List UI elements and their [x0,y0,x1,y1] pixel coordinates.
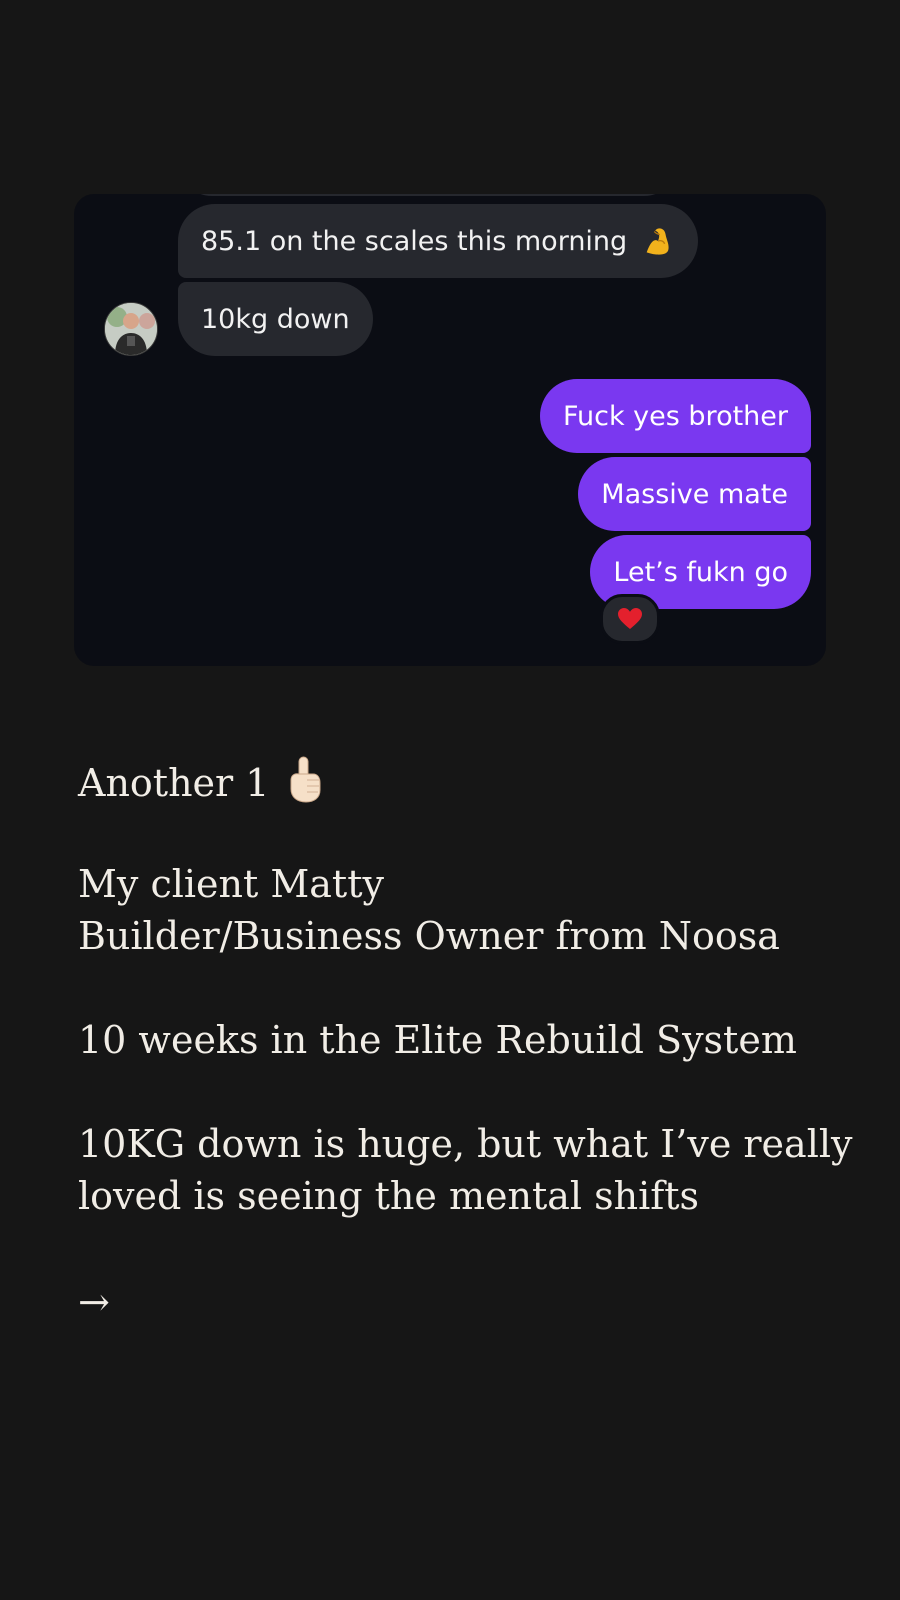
flexed-biceps-icon [646,228,669,255]
caption-line-4: 10 weeks in the Elite Rebuild System [78,1018,797,1062]
next-arrow[interactable]: → [78,1276,110,1324]
incoming-message-1-text: 85.1 on the scales this morning [201,225,628,257]
contact-avatar[interactable] [104,302,158,356]
previous-message-bubble [178,194,678,196]
outgoing-message-2[interactable]: Massive mate [578,457,811,531]
caption-line-1-text: Another 1 [78,761,270,805]
outgoing-message-2-text: Massive mate [601,478,788,510]
heart-reaction[interactable] [600,594,660,644]
caption-line-5: 10KG down is huge, but what I’ve really [78,1122,853,1166]
caption-line-3: Builder/Business Owner from Noosa [78,914,780,958]
incoming-message-1[interactable]: 85.1 on the scales this morning [178,204,699,278]
chat-screenshot: 85.1 on the scales this morning 10kg dow… [74,194,826,666]
incoming-message-2[interactable]: 10kg down [178,282,373,356]
pointing-up-icon [290,756,321,803]
outgoing-message-1[interactable]: Fuck yes brother [539,379,811,453]
caption-line-1: Another 1 [78,754,858,809]
outgoing-message-3-text: Let’s fukn go [613,556,788,588]
caption-line-2: My client Matty [78,862,384,906]
caption-line-6: loved is seeing the mental shifts [78,1174,700,1218]
heart-icon [618,608,642,629]
outgoing-message-1-text: Fuck yes brother [562,400,788,432]
incoming-message-2-text: 10kg down [201,303,350,335]
